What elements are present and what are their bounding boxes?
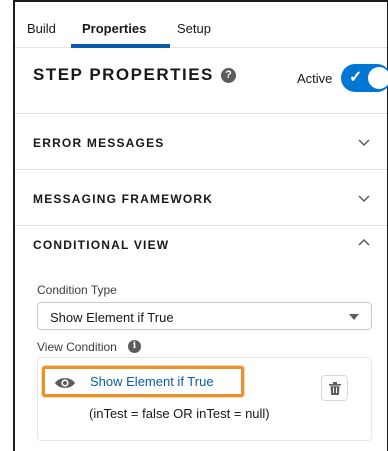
page-title: STEP PROPERTIES <box>33 65 214 84</box>
active-label: Active <box>297 71 333 86</box>
condition-type-label: Condition Type <box>37 283 117 297</box>
section-label: ERROR MESSAGES <box>33 136 165 150</box>
check-icon: ✓ <box>349 69 363 86</box>
condition-link[interactable]: Show Element if True <box>90 374 214 389</box>
info-icon[interactable]: i <box>128 340 141 353</box>
toggle-knob <box>368 67 388 89</box>
tab-build[interactable]: Build <box>27 21 56 36</box>
section-error-messages[interactable]: ERROR MESSAGES <box>15 115 387 170</box>
section-label[interactable]: CONDITIONAL VIEW <box>33 238 169 252</box>
chevron-down-icon <box>358 195 370 203</box>
tab-properties[interactable]: Properties <box>82 21 146 36</box>
step-properties-header: STEP PROPERTIES ? Active ✓ <box>15 48 388 114</box>
eye-icon <box>55 378 75 388</box>
trash-icon <box>329 382 341 395</box>
delete-condition-button[interactable] <box>321 375 348 401</box>
condition-expression: (inTest = false OR inTest = null) <box>89 406 270 421</box>
tab-setup[interactable]: Setup <box>177 21 211 36</box>
question-icon[interactable]: ? <box>221 68 236 83</box>
view-condition-label: View Condition <box>37 340 117 354</box>
active-toggle[interactable]: ✓ <box>341 64 388 92</box>
section-label: MESSAGING FRAMEWORK <box>33 192 214 206</box>
tab-bar: Build Properties Setup <box>15 2 387 48</box>
chevron-down-icon <box>358 139 370 147</box>
caret-down-icon <box>349 314 359 320</box>
select-value: Show Element if True <box>50 310 174 325</box>
chevron-up-icon[interactable] <box>357 236 371 250</box>
condition-type-select[interactable]: Show Element if True <box>37 302 372 330</box>
properties-panel: Build Properties Setup STEP PROPERTIES ?… <box>0 0 388 451</box>
section-messaging-framework[interactable]: MESSAGING FRAMEWORK <box>15 171 387 226</box>
